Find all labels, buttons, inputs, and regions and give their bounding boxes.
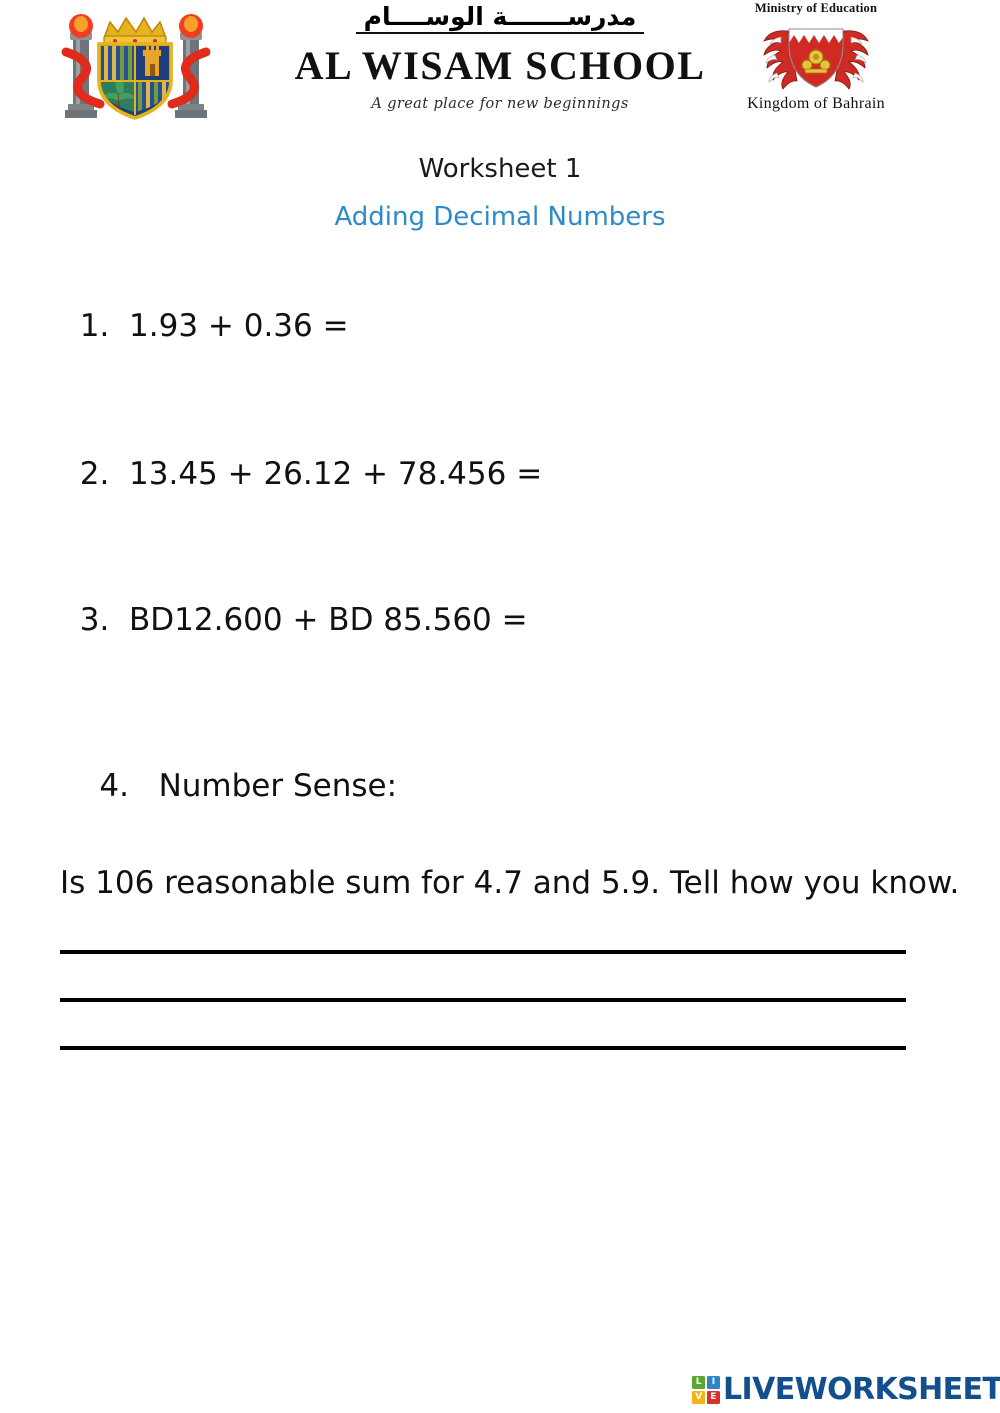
question-3: 3. BD12.600 + BD 85.560 =	[60, 567, 528, 638]
worksheet-subtitle: Adding Decimal Numbers	[334, 202, 666, 232]
live-cell-i: I	[706, 1376, 720, 1390]
page-header: مدرســـــــة الوســــام AL WISAM SCHOOL …	[0, 0, 1000, 132]
question-2-number: 2.	[79, 455, 110, 492]
worksheet-title: Worksheet 1	[418, 154, 582, 184]
question-1: 1. 1.93 + 0.36 =	[60, 273, 349, 344]
answer-line-1[interactable]	[60, 950, 906, 954]
live-cell-v: V	[692, 1390, 706, 1404]
question-4-heading: Number Sense:	[158, 768, 398, 805]
bahrain-coat-of-arms-icon	[763, 28, 869, 90]
question-2-text: 13.45 + 26.12 + 78.456 =	[129, 455, 543, 492]
ministry-of-education-emblem: Ministry of Education Kingdom of Bahrain	[718, 1, 914, 112]
live-cell-e: E	[706, 1390, 720, 1404]
live-mark-icon: L I V E	[692, 1376, 720, 1404]
liveworksheets-wordmark: LIVEWORKSHEETS	[723, 1372, 1000, 1407]
question-4-number: 4.	[99, 768, 129, 805]
school-name-arabic: مدرســـــــة الوســــام	[355, 0, 645, 34]
question-4-body: Is 106 reasonable sum for 4.7 and 5.9. T…	[60, 865, 960, 902]
question-3-number: 3.	[79, 601, 110, 638]
answer-line-2[interactable]	[60, 998, 906, 1002]
school-motto: A great place for new beginnings	[371, 96, 629, 112]
answer-line-3[interactable]	[60, 1046, 906, 1050]
question-3-text: BD12.600 + BD 85.560 =	[129, 601, 528, 638]
live-cell-l: L	[692, 1376, 706, 1390]
school-crest-logo	[61, 14, 211, 120]
question-1-text: 1.93 + 0.36 =	[129, 307, 349, 344]
question-1-number: 1.	[79, 307, 110, 344]
liveworksheets-logo: L I V E LIVEWORKSHEETS	[692, 1374, 1000, 1406]
kingdom-label: Kingdom of Bahrain	[747, 94, 885, 112]
question-4: 4. Number Sense: Is 106 reasonable sum f…	[60, 714, 960, 907]
shield-icon	[97, 42, 173, 120]
school-identity: مدرســـــــة الوســــام AL WISAM SCHOOL …	[250, 0, 750, 112]
school-name-english: AL WISAM SCHOOL	[294, 43, 706, 88]
question-4-heading-row: 4. Number Sense:	[60, 714, 960, 859]
crown-icon	[102, 16, 168, 46]
question-2: 2. 13.45 + 26.12 + 78.456 =	[60, 421, 542, 492]
ministry-label: Ministry of Education	[754, 1, 878, 15]
